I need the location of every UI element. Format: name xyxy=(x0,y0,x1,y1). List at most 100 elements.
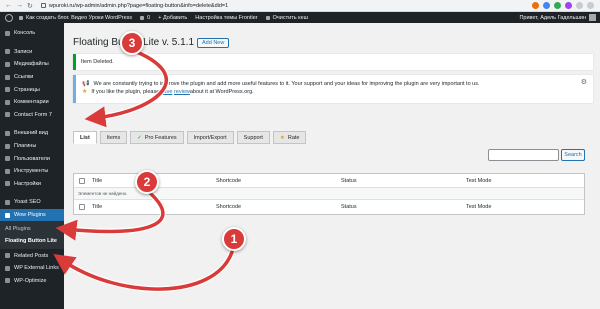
menu-external-links[interactable]: WP External Links xyxy=(0,262,64,275)
forward-icon[interactable]: → xyxy=(16,2,23,10)
wp-admin-bar: Как создать блог. Видео Уроки WordPress … xyxy=(0,12,600,23)
tab-label: Import/Export xyxy=(193,134,227,141)
menu-appearance[interactable]: Внешний вид xyxy=(0,127,64,140)
back-icon[interactable]: ← xyxy=(5,2,12,10)
menu-dashboard[interactable]: Консоль xyxy=(0,27,64,40)
menu-label: Комментарии xyxy=(14,99,49,106)
menu-label: Yoast SEO xyxy=(14,199,41,206)
menu-comments[interactable]: Комментарии xyxy=(0,96,64,109)
comments-count: 0 xyxy=(147,14,151,21)
tab-pro-features[interactable]: ✓ Pro Features xyxy=(130,131,184,144)
leave-link[interactable]: leave xyxy=(159,88,172,96)
wow-plugins-submenu: All Plugins Floating Button Lite xyxy=(0,221,64,250)
select-all-checkbox[interactable] xyxy=(79,177,85,184)
column-test-mode: Test Mode xyxy=(466,177,492,184)
menu-label: Настройки xyxy=(14,180,41,187)
menu-plugins[interactable]: Плагины xyxy=(0,140,64,153)
extension-icon[interactable] xyxy=(554,2,561,9)
extension-icon[interactable] xyxy=(532,2,539,9)
tab-bar: List Items ✓ Pro Features Import/Export S… xyxy=(73,131,307,144)
submenu-floating-button-lite[interactable]: Floating Button Lite xyxy=(0,235,64,247)
tab-import-export[interactable]: Import/Export xyxy=(186,131,234,144)
greeting: Привет, Адель Гадельшин xyxy=(519,14,586,21)
select-all-checkbox[interactable] xyxy=(79,204,85,210)
menu-links[interactable]: Ссылки xyxy=(0,71,64,84)
plugin-icon xyxy=(5,143,10,149)
menu-contact-form[interactable]: Contact Form 7 xyxy=(0,109,64,122)
comments-link[interactable]: 0 xyxy=(140,15,150,21)
column-title[interactable]: Title xyxy=(92,204,216,210)
empty-message: Элементов не найдено. xyxy=(78,191,128,196)
tab-support[interactable]: Support xyxy=(236,131,270,144)
settings-icon xyxy=(5,181,10,187)
list-icon xyxy=(5,253,10,259)
clear-cache-label: Очистить кеш xyxy=(272,14,309,21)
wrench-icon xyxy=(5,168,10,174)
admin-sidebar: Консоль Записи Медиафайлы Ссылки Страниц… xyxy=(0,23,64,309)
customize-theme-link[interactable]: Настройка темы Frontier xyxy=(195,15,257,21)
menu-label: Плагины xyxy=(14,143,37,150)
external-link-icon xyxy=(5,265,10,271)
site-name-link[interactable]: Как создать блог. Видео Уроки WordPress xyxy=(19,15,132,21)
review-link[interactable]: review xyxy=(174,88,190,96)
menu-label: Пользователи xyxy=(14,155,50,162)
clear-cache-link[interactable]: Очистить кеш xyxy=(265,14,309,21)
pin-icon xyxy=(5,49,10,55)
brush-icon xyxy=(5,130,10,136)
menu-wp-optimize[interactable]: WP-Optimize xyxy=(0,275,64,288)
tab-label: Rate xyxy=(287,134,300,141)
profile-icon[interactable] xyxy=(576,2,583,9)
menu-pages[interactable]: Страницы xyxy=(0,83,64,96)
tab-label: Support xyxy=(243,134,263,141)
column-test-mode: Test Mode xyxy=(466,204,492,210)
menu-settings[interactable]: Настройки xyxy=(0,178,64,191)
add-new-button[interactable]: Add New xyxy=(197,38,230,48)
tab-label: Pro Features xyxy=(144,134,177,141)
menu-wow-plugins[interactable]: Wow Plugins xyxy=(0,208,64,222)
notice-deleted-text: Item Deleted. xyxy=(81,59,114,65)
link-icon xyxy=(5,74,10,80)
reload-icon[interactable]: ↻ xyxy=(27,2,33,10)
menu-users[interactable]: Пользователи xyxy=(0,152,64,165)
browser-toolbar: ← → ↻ wpuroki.ru/wp-admin/admin.php?page… xyxy=(0,0,600,12)
tab-items[interactable]: Items xyxy=(99,131,128,144)
menu-label: Медиафайлы xyxy=(14,61,49,68)
tab-rate[interactable]: ★ Rate xyxy=(272,131,307,144)
menu-media[interactable]: Медиафайлы xyxy=(0,58,64,71)
step-badge-1: 1 xyxy=(222,227,246,251)
wordpress-logo-icon[interactable] xyxy=(5,13,13,22)
menu-label: Записи xyxy=(14,48,33,55)
notice-line-1: We are constantly trying to improve the … xyxy=(93,81,480,87)
cache-icon xyxy=(265,15,270,20)
menu-tools[interactable]: Инструменты xyxy=(0,165,64,178)
address-bar[interactable]: wpuroki.ru/wp-admin/admin.php?page=float… xyxy=(49,3,228,9)
menu-label: Консоль xyxy=(14,30,36,37)
gear-icon[interactable]: ⚙ xyxy=(581,79,587,87)
column-status: Status xyxy=(341,177,357,184)
new-content-label: Добавить xyxy=(162,14,188,21)
yoast-icon xyxy=(5,199,10,205)
extension-icon[interactable] xyxy=(565,2,572,9)
star-icon: ★ xyxy=(279,134,285,141)
extension-icon[interactable] xyxy=(543,2,550,9)
menu-label: WP External Links xyxy=(14,265,59,272)
new-content-link[interactable]: + Добавить xyxy=(158,15,187,21)
user-icon xyxy=(5,156,10,162)
user-account-link[interactable]: Привет, Адель Гадельшин xyxy=(519,14,600,21)
step-badge-2: 2 xyxy=(135,170,159,194)
menu-icon[interactable] xyxy=(587,2,594,9)
column-shortcode: Shortcode xyxy=(216,177,242,184)
column-shortcode: Shortcode xyxy=(216,204,242,210)
menu-related-posts[interactable]: Related Posts xyxy=(0,249,64,262)
comment-icon xyxy=(140,15,145,20)
search-button[interactable]: Search xyxy=(561,149,585,161)
menu-label: Страницы xyxy=(14,86,40,93)
search-input[interactable] xyxy=(488,149,559,161)
menu-posts[interactable]: Записи xyxy=(0,46,64,59)
tab-label: Items xyxy=(106,134,121,141)
menu-label: Ссылки xyxy=(14,74,34,81)
menu-label: Contact Form 7 xyxy=(14,111,52,118)
menu-yoast-seo[interactable]: Yoast SEO xyxy=(0,196,64,209)
tab-list[interactable]: List xyxy=(73,131,97,144)
submenu-all-plugins[interactable]: All Plugins xyxy=(0,223,64,235)
